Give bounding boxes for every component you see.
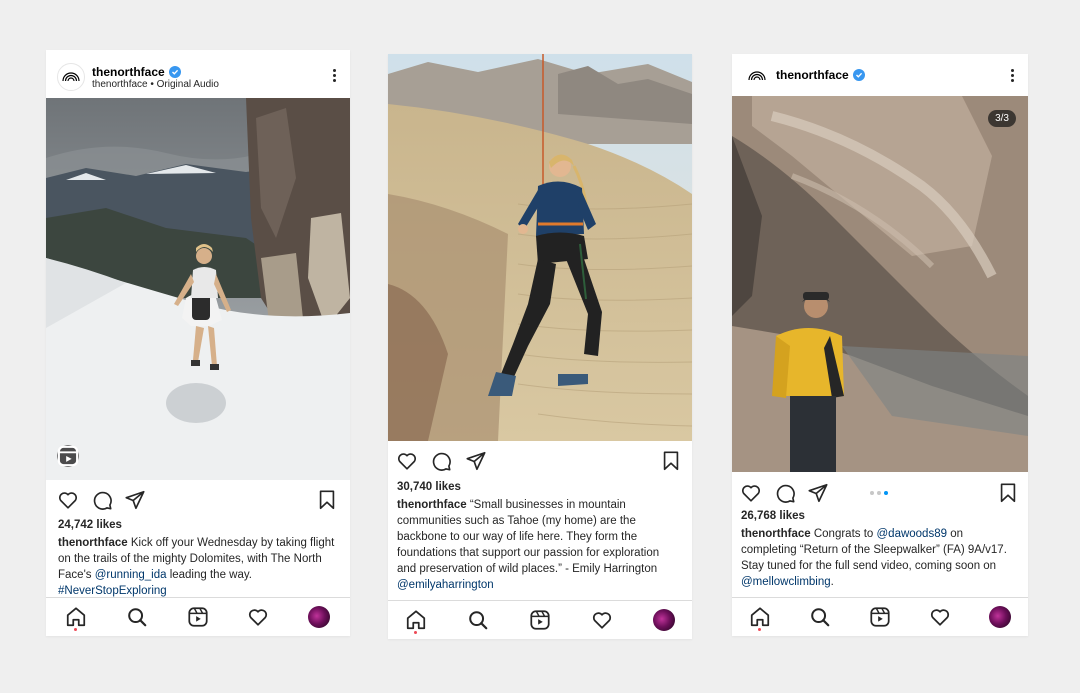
- search-icon[interactable]: [809, 606, 831, 628]
- more-options-icon[interactable]: [332, 69, 336, 82]
- verified-badge-icon: [168, 66, 181, 78]
- post-caption: thenorthface “Small businesses in mounta…: [397, 499, 660, 591]
- post-card-1: thenorthface thenorthface • Original Aud…: [46, 50, 350, 636]
- post-card-3: thenorthface 3/3 26,768 likes thenorthfa…: [732, 54, 1028, 636]
- comment-icon[interactable]: [774, 482, 796, 504]
- activity-heart-icon[interactable]: [591, 609, 613, 631]
- post-caption: thenorthface Congrats to @dawoods89 on c…: [741, 528, 1007, 588]
- caption-username[interactable]: thenorthface: [58, 537, 128, 549]
- profile-logo[interactable]: [743, 62, 771, 90]
- paper-plane-icon[interactable]: [465, 450, 487, 472]
- post-actions: [46, 489, 350, 513]
- post-media[interactable]: [388, 54, 692, 441]
- likes-count[interactable]: 30,740 likes: [397, 481, 461, 493]
- reels-icon[interactable]: [529, 609, 551, 631]
- carousel-dots: [870, 491, 888, 495]
- home-icon[interactable]: [65, 606, 87, 628]
- reels-icon[interactable]: [187, 606, 209, 628]
- mention-link[interactable]: @emilyaharrington: [397, 579, 494, 591]
- carousel-dot: [870, 491, 874, 495]
- post-media[interactable]: [46, 98, 350, 480]
- post-header: thenorthface: [732, 54, 1028, 96]
- post-actions: [732, 482, 1028, 506]
- username[interactable]: thenorthface: [92, 65, 219, 79]
- bookmark-icon[interactable]: [660, 450, 682, 472]
- profile-avatar[interactable]: [308, 606, 330, 628]
- user-block: thenorthface thenorthface • Original Aud…: [92, 65, 219, 91]
- profile-avatar[interactable]: [989, 606, 1011, 628]
- search-icon[interactable]: [126, 606, 148, 628]
- notification-dot: [414, 631, 417, 634]
- paper-plane-icon[interactable]: [124, 489, 146, 511]
- carousel-dot: [877, 491, 881, 495]
- post-card-2: 30,740 likes thenorthface “Small busines…: [388, 54, 692, 639]
- bottom-nav: [388, 600, 692, 639]
- rappelling-climber-photo: [388, 54, 692, 441]
- home-icon[interactable]: [405, 609, 427, 631]
- home-icon[interactable]: [749, 606, 771, 628]
- activity-heart-icon[interactable]: [929, 606, 951, 628]
- caption-username[interactable]: thenorthface: [397, 499, 467, 511]
- reel-icon: [57, 445, 79, 467]
- verified-badge-icon: [852, 69, 865, 81]
- comment-icon[interactable]: [91, 489, 113, 511]
- carousel-counter: 3/3: [988, 110, 1016, 127]
- heart-icon[interactable]: [396, 450, 418, 472]
- hashtag-link[interactable]: #NeverStopExploring: [58, 585, 167, 597]
- profile-logo[interactable]: [57, 63, 85, 91]
- paper-plane-icon[interactable]: [807, 482, 829, 504]
- post-header: thenorthface thenorthface • Original Aud…: [46, 50, 350, 98]
- boulder-climber-photo: [732, 96, 1028, 472]
- likes-count[interactable]: 26,768 likes: [741, 510, 805, 522]
- bottom-nav: [732, 597, 1028, 636]
- caption-username[interactable]: thenorthface: [741, 528, 811, 540]
- post-actions: [388, 450, 692, 474]
- notification-dot: [758, 628, 761, 631]
- snow-trail-photo: [46, 98, 350, 480]
- post-media[interactable]: 3/3: [732, 96, 1028, 472]
- heart-icon[interactable]: [57, 489, 79, 511]
- likes-count[interactable]: 24,742 likes: [58, 519, 122, 531]
- activity-heart-icon[interactable]: [247, 606, 269, 628]
- search-icon[interactable]: [467, 609, 489, 631]
- notification-dot: [74, 628, 77, 631]
- mention-link-2[interactable]: @mellowclimbing: [741, 576, 831, 588]
- profile-avatar[interactable]: [653, 609, 675, 631]
- reels-icon[interactable]: [869, 606, 891, 628]
- bookmark-icon[interactable]: [316, 489, 338, 511]
- username[interactable]: thenorthface: [776, 68, 865, 82]
- user-block: thenorthface: [776, 68, 865, 82]
- carousel-dot-active: [884, 491, 888, 495]
- bookmark-icon[interactable]: [997, 482, 1019, 504]
- heart-icon[interactable]: [740, 482, 762, 504]
- mention-link[interactable]: @dawoods89: [877, 528, 948, 540]
- audio-subtitle[interactable]: thenorthface • Original Audio: [92, 79, 219, 91]
- post-caption: thenorthface Kick off your Wednesday by …: [58, 537, 335, 597]
- comment-icon[interactable]: [430, 450, 452, 472]
- mention-link[interactable]: @running_ida: [95, 569, 167, 581]
- more-options-icon[interactable]: [1010, 69, 1014, 82]
- bottom-nav: [46, 597, 350, 636]
